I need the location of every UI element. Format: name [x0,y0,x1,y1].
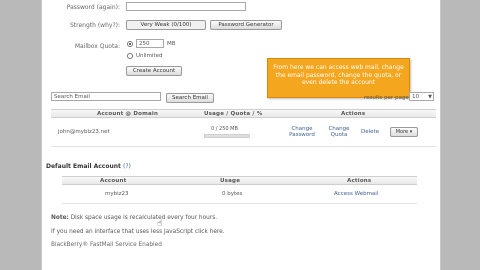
blackberry-note: BlackBerry® FastMail Service Enabled [51,242,162,248]
default-account-help-link[interactable]: (?) [123,163,131,170]
quota-unit: MB [167,41,176,47]
email-accounts-panel: Password (again): Strength (why?): Very … [41,0,441,270]
account-email: john@mybiz23.net [58,129,110,135]
change-quota-link[interactable]: Change Quota [327,126,351,138]
unlimited-label: Unlimited [136,53,163,59]
header-usage[interactable]: Usage / Quota / % [204,111,262,117]
default-account-usage: 0 bytes [222,191,243,197]
search-email-input[interactable]: Search Email [51,92,161,101]
per-page-value: 10 [412,94,419,100]
search-email-button[interactable]: Search Email [166,93,214,103]
default-account-heading: Default Email Account [46,163,121,170]
quota-unlimited-radio[interactable] [127,53,133,59]
per-page-select[interactable]: 10 ▼ [409,92,434,101]
header-default-usage: Usage [220,178,241,184]
quota-limited-radio[interactable] [127,41,133,47]
accounts-table-header: Account @ Domain Usage / Quota / % Actio… [51,109,436,118]
more-label: More [395,129,409,135]
mouse-cursor-icon: ☝ [157,219,163,229]
password-again-field[interactable] [126,2,246,11]
header-default-actions: Actions [347,178,372,184]
per-page-label: results per page: [364,95,411,101]
usage-bar [204,134,250,138]
table-row: mybiz23 0 bytes Access Webmail [62,185,417,203]
caret-down-icon: ▾ [409,129,413,135]
create-account-button[interactable]: Create Account [126,66,182,76]
more-button[interactable]: More ▾ [390,127,418,137]
password-generator-button[interactable]: Password Generator [210,20,282,30]
chevron-down-icon: ▼ [428,94,432,100]
table-row: john@mybiz23.net 0 / 250 MB Change Passw… [51,118,436,146]
change-password-link[interactable]: Change Password [289,126,315,138]
table-divider [51,146,436,147]
header-default-account: Account [100,178,127,184]
password-again-label: Password (again): [66,4,120,11]
access-webmail-link[interactable]: Access Webmail [334,191,378,197]
usage-text: 0 / 250 MB [211,126,238,132]
default-table-header: Account Usage Actions [62,176,417,185]
strength-label: Strength (why?): [69,22,120,29]
header-account[interactable]: Account @ Domain [97,111,158,117]
quota-input[interactable]: 250 [136,39,164,48]
disk-usage-note-text: Disk space usage is recalculated every f… [70,215,218,221]
default-account-name: mybiz23 [105,191,129,197]
default-account-title: Default Email Account (?) [46,163,131,170]
delete-link[interactable]: Delete [361,129,379,135]
header-actions: Actions [341,111,366,117]
note-label: Note: [51,215,69,221]
disk-usage-note: Note: Disk space usage is recalculated e… [51,215,217,221]
less-javascript-link[interactable]: If you need an interface that uses less … [51,229,225,235]
mailbox-quota-label: Mailbox Quota: [74,43,120,50]
strength-meter: Very Weak (0/100) [126,20,206,30]
tutorial-tooltip: From here we can access web mail, change… [267,58,410,98]
default-table-divider [62,203,417,204]
